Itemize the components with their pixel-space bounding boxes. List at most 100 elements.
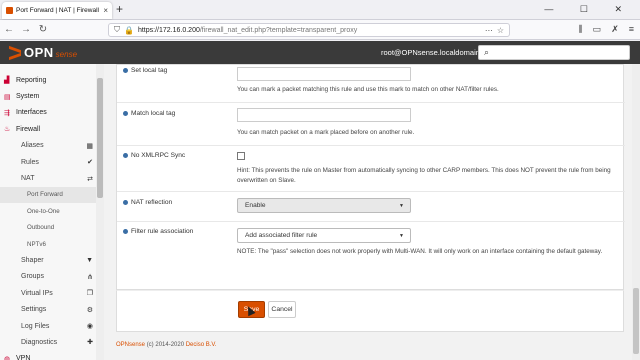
sidebar-item-outbound[interactable]: Outbound — [0, 220, 103, 236]
caret-down-icon: ▼ — [399, 233, 404, 239]
page-actions-icon[interactable]: ⋯ — [485, 26, 493, 35]
url-bar[interactable]: ⛉ 🔒 https://172.16.0.200/firewall_nat_ed… — [108, 23, 510, 37]
match-local-tag-input[interactable] — [237, 108, 411, 122]
sidebar-item-label: Aliases — [21, 142, 44, 150]
page-scrollbar[interactable] — [632, 64, 640, 360]
sidebar-item-diagnostics[interactable]: Diagnostics ✚ — [0, 334, 103, 350]
sidebar-item-system[interactable]: ▤ System — [0, 88, 103, 104]
set-local-tag-label: Set local tag — [123, 67, 167, 74]
window-controls[interactable]: — ☐ ✕ — [544, 4, 634, 15]
sidebar-item-log-files[interactable]: Log Files ◉ — [0, 318, 103, 334]
browser-toolbar-right: ⫼ ▭ ✗ ≡ — [579, 24, 634, 35]
sidebar-item-label: NPTv6 — [27, 240, 46, 248]
sidebar-item-groups[interactable]: Groups ⋔ — [0, 269, 103, 285]
sidebar-item-label: Log Files — [21, 322, 50, 330]
sidebar-item-label: VPN — [16, 355, 31, 360]
info-icon[interactable] — [123, 111, 128, 116]
browser-tab[interactable]: Port Forward | NAT | Firewall | O × — [2, 2, 112, 19]
sidebar: ▟ Reporting ▤ System ⇶ Interfaces ♨ Firewall Ali… — [0, 64, 104, 360]
back-icon[interactable]: ← — [4, 24, 14, 35]
sidebar-item-virtual-ips[interactable]: Virtual IPs ❐ — [0, 285, 103, 301]
sidebar-item-reporting[interactable]: ▟ Reporting — [0, 72, 103, 88]
footer-copyright: (c) 2014-2020 — [146, 342, 185, 348]
sidebar-item-label: System — [16, 93, 40, 101]
sidebar-item-aliases[interactable]: Aliases ▦ — [0, 138, 103, 154]
form-actions: Save Cancel — [116, 290, 624, 332]
footer-brand-link[interactable]: OPNsense — [116, 342, 145, 348]
page-footer: OPNsense (c) 2014-2020 Deciso B.V. — [116, 342, 217, 348]
match-local-tag-hint: You can match packet on a mark placed be… — [237, 129, 415, 136]
nat-reflection-value: Enable — [245, 202, 266, 209]
sidebar-item-nptv6[interactable]: NPTv6 — [0, 236, 103, 252]
network-icon: ⇶ — [4, 109, 10, 117]
set-local-tag-input[interactable] — [237, 67, 411, 81]
browser-tab-bar: Port Forward | NAT | Firewall | O × + — … — [0, 0, 640, 20]
row-match-local-tag: Match local tag You can match packet on … — [117, 102, 625, 145]
close-tab-icon[interactable]: × — [103, 6, 108, 15]
search-input[interactable]: ⌕ — [478, 45, 630, 60]
sidebar-item-port-forward[interactable]: Port Forward — [0, 186, 103, 204]
new-tab-button[interactable]: + — [116, 2, 123, 16]
sidebar-item-label: Reporting — [16, 76, 47, 84]
sidebar-item-rules[interactable]: Rules ✔ — [0, 154, 103, 170]
page-scroll-thumb[interactable] — [633, 288, 639, 354]
url-host: https://172.16.0.200 — [137, 26, 200, 34]
extension-icon[interactable]: ✗ — [611, 24, 619, 35]
no-xmlrpc-sync-checkbox[interactable] — [237, 152, 245, 160]
footer-company-link[interactable]: Deciso B.V. — [186, 342, 217, 348]
cancel-button[interactable]: Cancel — [268, 301, 296, 318]
check-icon: ✔ — [87, 159, 93, 167]
sidebar-item-vpn[interactable]: ◍ VPN — [0, 351, 103, 360]
bookmark-icon[interactable]: ☆ — [497, 26, 504, 35]
forward-icon[interactable]: → — [21, 24, 31, 35]
lock-icon: 🔒 — [124, 25, 134, 35]
eye-icon: ◉ — [86, 323, 93, 331]
menu-icon[interactable]: ≡ — [629, 24, 634, 35]
chart-icon: ▟ — [4, 77, 10, 85]
nat-reflection-label: NAT reflection — [123, 199, 172, 206]
server-icon: ▤ — [4, 93, 11, 101]
url-text: https://172.16.0.200/firewall_nat_edit.p… — [138, 27, 481, 34]
library-icon[interactable]: ⫼ — [579, 24, 583, 35]
sidebar-item-firewall[interactable]: ♨ Firewall — [0, 121, 103, 137]
list-icon: ▦ — [86, 142, 93, 150]
sidebar-item-settings[interactable]: Settings ⚙ — [0, 301, 103, 317]
medkit-icon: ✚ — [87, 339, 93, 347]
opnsense-logo[interactable]: OPN sense — [8, 45, 77, 60]
url-path: /firewall_nat_edit.php?template=transpar… — [199, 26, 358, 34]
sidebar-item-shaper[interactable]: Shaper ▼ — [0, 252, 103, 268]
set-local-tag-hint: You can mark a packet matching this rule… — [237, 86, 499, 93]
sidebar-item-one-to-one[interactable]: One-to-One — [0, 203, 103, 219]
filter-rule-association-select[interactable]: Add associated filter rule ▼ — [237, 228, 411, 243]
row-filter-rule-association: Filter rule association Add associated f… — [117, 221, 625, 291]
sidebar-scrollbar[interactable] — [96, 64, 104, 360]
user-menu[interactable]: root@OPNsense.localdomain — [381, 48, 480, 57]
info-icon[interactable] — [123, 68, 128, 73]
sidebar-item-interfaces[interactable]: ⇶ Interfaces — [0, 105, 103, 121]
info-icon[interactable] — [123, 229, 128, 234]
sidebar-item-label: Shaper — [21, 256, 44, 264]
sidebar-item-label: Virtual IPs — [21, 289, 53, 297]
filter-rule-association-hint: NOTE: The "pass" selection does not work… — [237, 248, 603, 255]
sidebar-scroll-thumb[interactable] — [97, 78, 103, 198]
globe-icon: ◍ — [4, 355, 11, 360]
row-no-xmlrpc-sync: No XMLRPC Sync Hint: This prevents the r… — [117, 145, 625, 191]
form-card: Set local tag You can mark a packet matc… — [116, 64, 625, 291]
filter-rule-association-label: Filter rule association — [123, 228, 193, 235]
sidebar-item-label: Port Forward — [27, 191, 63, 199]
sidebar-item-label: NAT — [21, 175, 35, 183]
favicon-icon — [6, 7, 13, 14]
set-local-tag-label-text: Set local tag — [131, 67, 168, 74]
sidebar-item-label: Settings — [21, 306, 47, 314]
sidebar-item-label: Rules — [21, 158, 39, 166]
exchange-icon: ⇄ — [87, 175, 93, 183]
info-icon[interactable] — [123, 200, 128, 205]
sidebar-item-nat[interactable]: NAT ⇄ — [0, 170, 103, 186]
reload-icon[interactable]: ↻ — [38, 24, 48, 35]
reader-icon[interactable]: ▭ — [593, 24, 602, 35]
info-icon[interactable] — [123, 153, 128, 158]
logo-suffix: sense — [55, 50, 78, 59]
nat-reflection-select[interactable]: Enable ▼ — [237, 198, 411, 213]
match-local-tag-label-text: Match local tag — [131, 110, 176, 117]
logo-word: OPN — [24, 45, 54, 60]
